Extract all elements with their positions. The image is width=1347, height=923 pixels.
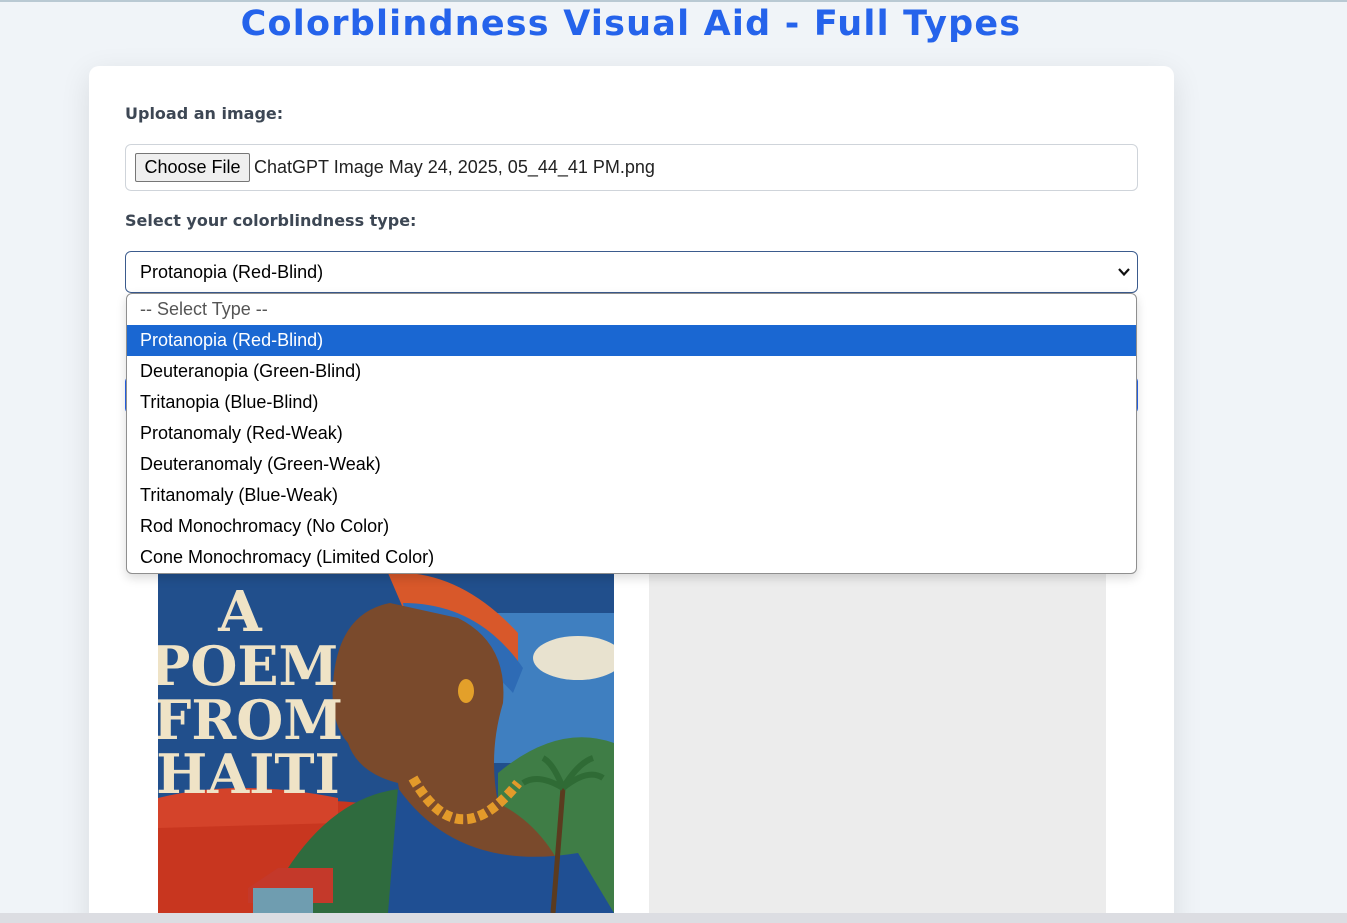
select-current-value: Protanopia (Red-Blind) <box>140 262 324 282</box>
option-deuteranomaly[interactable]: Deuteranomaly (Green-Weak) <box>127 449 1136 480</box>
option-tritanopia[interactable]: Tritanopia (Blue-Blind) <box>127 387 1136 418</box>
option-tritanomaly[interactable]: Tritanomaly (Blue-Weak) <box>127 480 1136 511</box>
original-image-preview: A POEM FROM HAITI <box>158 573 614 913</box>
choose-file-button[interactable]: Choose File <box>135 153 250 182</box>
option-select-type[interactable]: -- Select Type -- <box>127 294 1136 325</box>
type-select-label: Select your colorblindness type: <box>125 211 417 230</box>
option-cone-monochromacy[interactable]: Cone Monochromacy (Limited Color) <box>127 542 1136 573</box>
page-title: Colorblindness Visual Aid - Full Types <box>240 4 1022 44</box>
poster-image: A POEM FROM HAITI <box>158 573 614 913</box>
option-protanopia[interactable]: Protanopia (Red-Blind) <box>127 325 1136 356</box>
horizontal-scrollbar[interactable] <box>0 913 1347 923</box>
file-input[interactable]: Choose File ChatGPT Image May 24, 2025, … <box>125 144 1138 191</box>
simulated-image-preview <box>649 573 1106 913</box>
type-options-dropdown[interactable]: -- Select Type -- Protanopia (Red-Blind)… <box>126 293 1137 574</box>
chevron-down-icon <box>1118 268 1130 277</box>
window-top-border <box>0 0 1347 2</box>
poster-line-4: HAITI <box>158 742 340 806</box>
colorblindness-type-select[interactable]: Protanopia (Red-Blind) <box>125 251 1138 293</box>
option-rod-monochromacy[interactable]: Rod Monochromacy (No Color) <box>127 511 1136 542</box>
selected-file-name: ChatGPT Image May 24, 2025, 05_44_41 PM.… <box>254 157 655 177</box>
upload-label: Upload an image: <box>125 104 284 123</box>
option-protanomaly[interactable]: Protanomaly (Red-Weak) <box>127 418 1136 449</box>
option-deuteranopia[interactable]: Deuteranopia (Green-Blind) <box>127 356 1136 387</box>
